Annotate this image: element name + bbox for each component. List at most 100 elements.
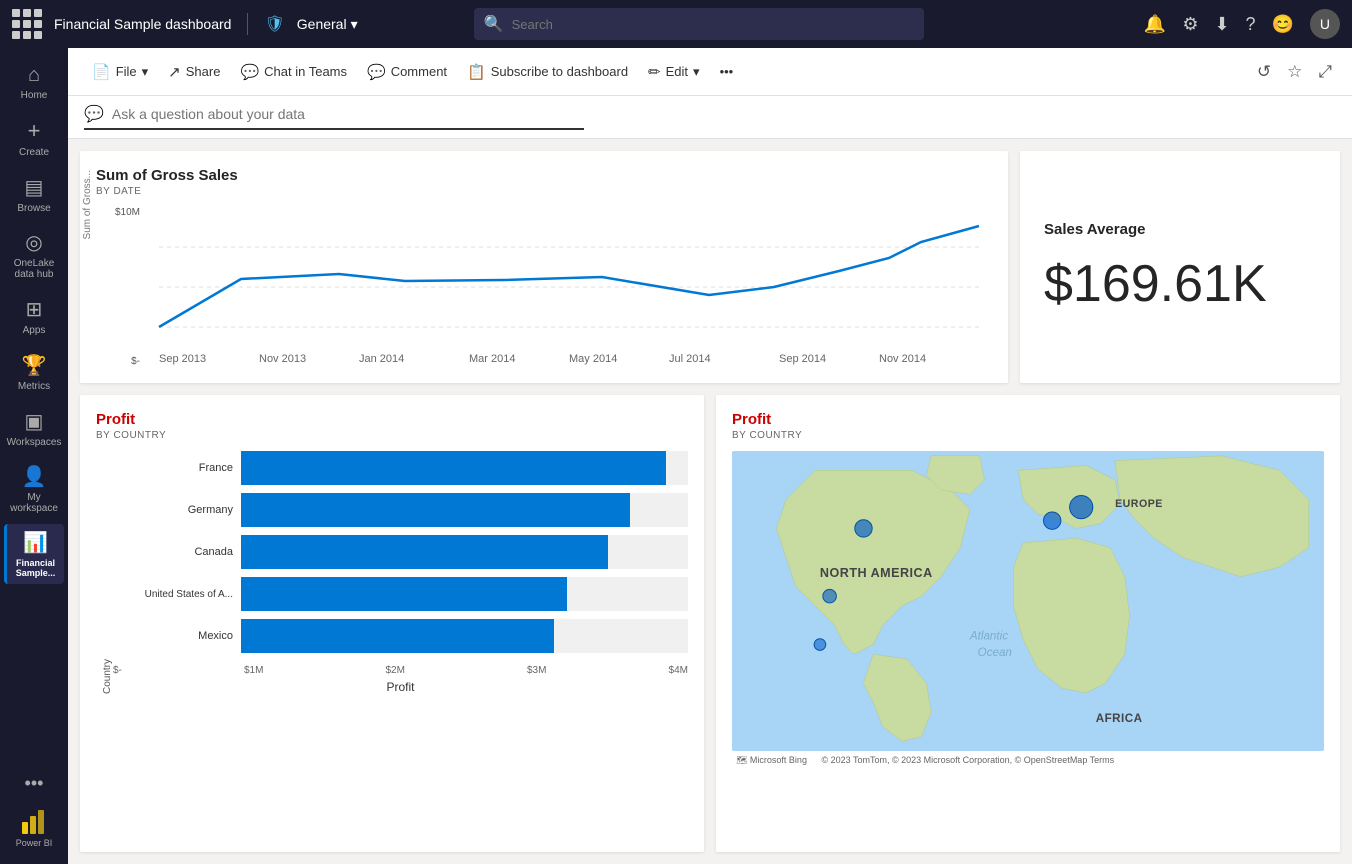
chat-label: Chat in Teams <box>264 64 347 79</box>
notifications-icon[interactable]: 🔔 <box>1144 14 1166 35</box>
workspaces-icon: ▣ <box>25 409 44 434</box>
top-row: Sum of Gross Sales BY DATE $10M Sum of G… <box>80 151 1340 383</box>
sidebar-item-label: Myworkspace <box>10 492 58 514</box>
home-icon: ⌂ <box>28 64 40 87</box>
sidebar-item-label: Workspaces <box>7 437 62 448</box>
sidebar-item-label: FinancialSample... <box>16 558 56 578</box>
powerbi-logo-icon <box>18 806 50 838</box>
profit-map-card[interactable]: Profit BY COUNTRY <box>716 395 1340 852</box>
more-options[interactable]: ••• <box>17 765 52 802</box>
sidebar-item-metrics[interactable]: 🏆 Metrics <box>4 346 64 398</box>
sidebar-item-apps[interactable]: ⊞ Apps <box>4 290 64 342</box>
svg-text:AFRICA: AFRICA <box>1096 712 1143 725</box>
shield-icon: 🛡 <box>264 14 284 34</box>
bing-logo: 🗺 Microsoft Bing <box>732 753 811 767</box>
file-icon: 📄 <box>92 63 111 81</box>
file-chevron: ▾ <box>142 64 149 80</box>
profit-title: Profit <box>96 411 688 428</box>
comment-button[interactable]: 💬 Comment <box>359 59 455 85</box>
chat-in-teams-button[interactable]: 💬 Chat in Teams <box>232 59 355 85</box>
favorite-icon[interactable]: ☆ <box>1283 58 1306 86</box>
y-min: $- <box>131 356 140 367</box>
financial-icon: 📊 <box>23 530 48 555</box>
bar-label-canada: Canada <box>113 546 233 558</box>
bar-bg-mexico <box>241 619 688 653</box>
search-input[interactable] <box>512 17 914 32</box>
sidebar-item-label: Metrics <box>18 381 50 392</box>
subscribe-button[interactable]: 📋 Subscribe to dashboard <box>459 59 636 85</box>
browse-icon: ▤ <box>25 175 44 200</box>
apps-icon: ⊞ <box>26 297 43 322</box>
bar-row-usa: United States of A... <box>113 577 688 611</box>
toolbar-right: ↺ ☆ ⤢ <box>1253 58 1336 86</box>
chevron-down-icon: ▾ <box>351 16 358 33</box>
avatar[interactable]: U <box>1310 9 1340 39</box>
apps-launcher[interactable] <box>12 9 42 39</box>
profit-subtitle: BY COUNTRY <box>96 430 688 441</box>
help-icon[interactable]: ? <box>1246 14 1256 35</box>
y-max: $10M <box>115 207 140 218</box>
bar-bg-usa <box>241 577 688 611</box>
settings-icon[interactable]: ⚙ <box>1182 14 1198 35</box>
svg-text:Nov 2013: Nov 2013 <box>259 353 306 365</box>
bar-fill-usa <box>241 577 567 611</box>
x-tick-1: $1M <box>244 665 263 676</box>
bar-bg-germany <box>241 493 688 527</box>
chart-subtitle: BY DATE <box>96 186 992 197</box>
more-icon: ••• <box>720 64 734 79</box>
bottom-row: Profit BY COUNTRY Country France <box>80 395 1340 852</box>
sidebar-item-create[interactable]: + Create <box>4 112 64 164</box>
subscribe-label: Subscribe to dashboard <box>491 64 628 79</box>
edit-label: Edit <box>666 64 688 79</box>
qa-icon: 💬 <box>84 104 104 124</box>
sidebar-item-myworkspace[interactable]: 👤 Myworkspace <box>4 458 64 520</box>
qa-input-wrap[interactable]: 💬 <box>84 104 584 130</box>
bar-y-label: Country <box>96 451 113 694</box>
svg-text:NORTH AMERICA: NORTH AMERICA <box>820 566 933 580</box>
refresh-icon[interactable]: ↺ <box>1253 58 1275 86</box>
sidebar-item-browse[interactable]: ▤ Browse <box>4 168 64 220</box>
sidebar-item-onelake[interactable]: ◎ OneLakedata hub <box>4 224 64 286</box>
sales-average-card[interactable]: Sales Average $169.61K <box>1020 151 1340 383</box>
svg-text:Jan 2014: Jan 2014 <box>359 353 404 365</box>
x-axis-title: Profit <box>113 680 688 694</box>
svg-text:Nov 2014: Nov 2014 <box>879 353 926 365</box>
create-icon: + <box>28 118 41 144</box>
powerbi-logo-area: Power BI <box>16 806 53 848</box>
app-title: Financial Sample dashboard <box>54 16 231 32</box>
file-button[interactable]: 📄 File ▾ <box>84 59 156 85</box>
workspace-selector[interactable]: General ▾ <box>297 16 358 33</box>
edit-button[interactable]: ✏ Edit ▾ <box>640 59 708 85</box>
gross-sales-chart-card[interactable]: Sum of Gross Sales BY DATE $10M Sum of G… <box>80 151 1008 383</box>
share-button[interactable]: ↗ Share <box>160 59 228 85</box>
feedback-icon[interactable]: 😊 <box>1272 14 1294 35</box>
sidebar-item-label: Home <box>21 90 48 101</box>
qa-input[interactable] <box>112 106 512 122</box>
fullscreen-icon[interactable]: ⤢ <box>1314 58 1336 86</box>
divider <box>247 13 248 35</box>
onelake-icon: ◎ <box>25 230 42 255</box>
chart-title: Sum of Gross Sales <box>96 167 992 184</box>
map-title: Profit <box>732 411 1324 428</box>
search-bar[interactable]: 🔍 <box>474 8 924 40</box>
bar-bg-france <box>241 451 688 485</box>
map-attribution: © 2023 TomTom, © 2023 Microsoft Corporat… <box>821 755 1114 765</box>
map-footer: 🗺 Microsoft Bing © 2023 TomTom, © 2023 M… <box>732 755 1324 766</box>
powerbi-label: Power BI <box>16 838 53 848</box>
sidebar-item-workspaces[interactable]: ▣ Workspaces <box>4 402 64 454</box>
sidebar-item-financial[interactable]: 📊 FinancialSample... <box>4 524 64 584</box>
metrics-icon: 🏆 <box>22 353 47 378</box>
svg-text:Mar 2014: Mar 2014 <box>469 353 515 365</box>
toolbar: 📄 File ▾ ↗ Share 💬 Chat in Teams 💬 Comme… <box>68 48 1352 96</box>
profit-bar-chart-card[interactable]: Profit BY COUNTRY Country France <box>80 395 704 852</box>
svg-text:EUROPE: EUROPE <box>1115 498 1163 510</box>
svg-text:Sep 2014: Sep 2014 <box>779 353 826 365</box>
more-button[interactable]: ••• <box>712 60 742 83</box>
edit-chevron: ▾ <box>693 64 700 80</box>
line-chart-svg: Sep 2013 Nov 2013 Jan 2014 Mar 2014 May … <box>146 207 992 367</box>
download-icon[interactable]: ⬇ <box>1214 14 1229 35</box>
topbar: Financial Sample dashboard 🛡 General ▾ 🔍… <box>0 0 1352 48</box>
dashboard: Sum of Gross Sales BY DATE $10M Sum of G… <box>68 139 1352 864</box>
sidebar-item-home[interactable]: ⌂ Home <box>4 56 64 108</box>
topbar-actions: 🔔 ⚙ ⬇ ? 😊 U <box>1144 9 1340 39</box>
